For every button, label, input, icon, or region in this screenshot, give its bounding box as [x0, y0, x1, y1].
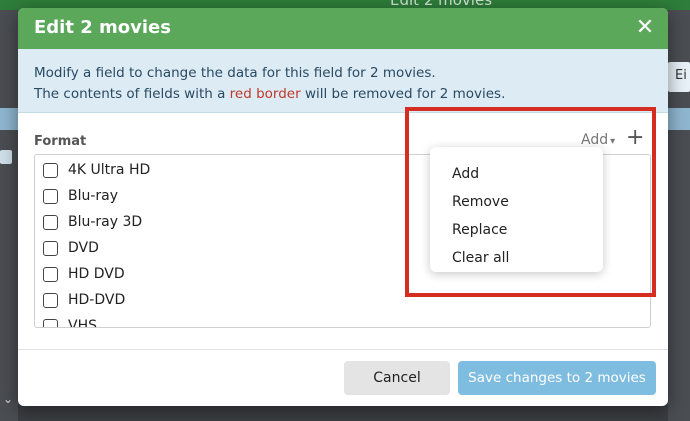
- list-item-blu-ray-3d[interactable]: Blu-ray 3D: [43, 209, 142, 235]
- background-band-right: [668, 108, 690, 130]
- info-line-1: Modify a field to change the data for th…: [34, 65, 436, 81]
- chevron-down-icon: ⌄: [3, 392, 14, 406]
- list-item-hd-dvd[interactable]: HD DVD: [43, 261, 125, 287]
- menu-item-clear-all[interactable]: Clear all: [452, 250, 509, 266]
- checkbox[interactable]: [43, 240, 58, 256]
- red-border-text: red border: [229, 86, 301, 102]
- list-item-hd-dvd-hyphen[interactable]: HD-DVD: [43, 287, 125, 313]
- menu-item-add[interactable]: Add: [452, 166, 479, 182]
- caret-down-icon: ▾: [610, 136, 616, 147]
- checkbox[interactable]: [43, 266, 58, 282]
- option-label: Blu-ray: [68, 188, 119, 204]
- option-label: Blu-ray 3D: [68, 214, 143, 230]
- checkbox[interactable]: [43, 318, 58, 327]
- menu-item-replace[interactable]: Replace: [452, 222, 507, 238]
- list-item-4k-ultra-hd[interactable]: 4K Ultra HD: [43, 157, 150, 183]
- add-value-button[interactable]: +: [626, 126, 644, 150]
- add-mode-menu: Add Remove Replace Clear all: [430, 147, 603, 272]
- menu-item-remove[interactable]: Remove: [452, 194, 509, 210]
- background-band-left: [0, 108, 18, 130]
- save-changes-button[interactable]: Save changes to 2 movies: [458, 361, 656, 395]
- add-mode-label: Add: [581, 132, 609, 148]
- info-line-2: The contents of fields with a red border…: [34, 84, 652, 105]
- option-label: 4K Ultra HD: [68, 162, 151, 178]
- info-line-2-end: will be removed for 2 movies.: [300, 86, 506, 102]
- dialog-title: Edit 2 movies: [34, 17, 171, 38]
- option-label: VHS: [68, 318, 97, 328]
- list-item-blu-ray[interactable]: Blu-ray: [43, 183, 118, 209]
- format-field-label: Format: [34, 134, 87, 149]
- option-label: HD-DVD: [68, 292, 126, 308]
- checkbox[interactable]: [43, 292, 58, 308]
- close-icon[interactable]: ✕: [632, 14, 658, 42]
- dialog-header: Edit 2 movies ✕: [18, 8, 668, 49]
- cancel-button[interactable]: Cancel: [344, 361, 450, 395]
- list-item-vhs[interactable]: VHS: [43, 313, 97, 328]
- background-checkbox: [0, 150, 12, 164]
- checkbox[interactable]: [43, 214, 58, 230]
- checkbox[interactable]: [43, 162, 58, 178]
- option-label: DVD: [68, 240, 99, 256]
- checkbox[interactable]: [43, 188, 58, 204]
- background-tiles: [18, 404, 668, 421]
- background-side-text: Ei: [675, 68, 687, 83]
- list-item-dvd[interactable]: DVD: [43, 235, 99, 261]
- footer-divider: [18, 349, 668, 350]
- add-mode-dropdown[interactable]: Add ▾: [581, 132, 615, 148]
- info-line-2-start: The contents of fields with a: [34, 86, 230, 102]
- info-banner: Modify a field to change the data for th…: [18, 49, 668, 113]
- option-label: HD DVD: [68, 266, 125, 282]
